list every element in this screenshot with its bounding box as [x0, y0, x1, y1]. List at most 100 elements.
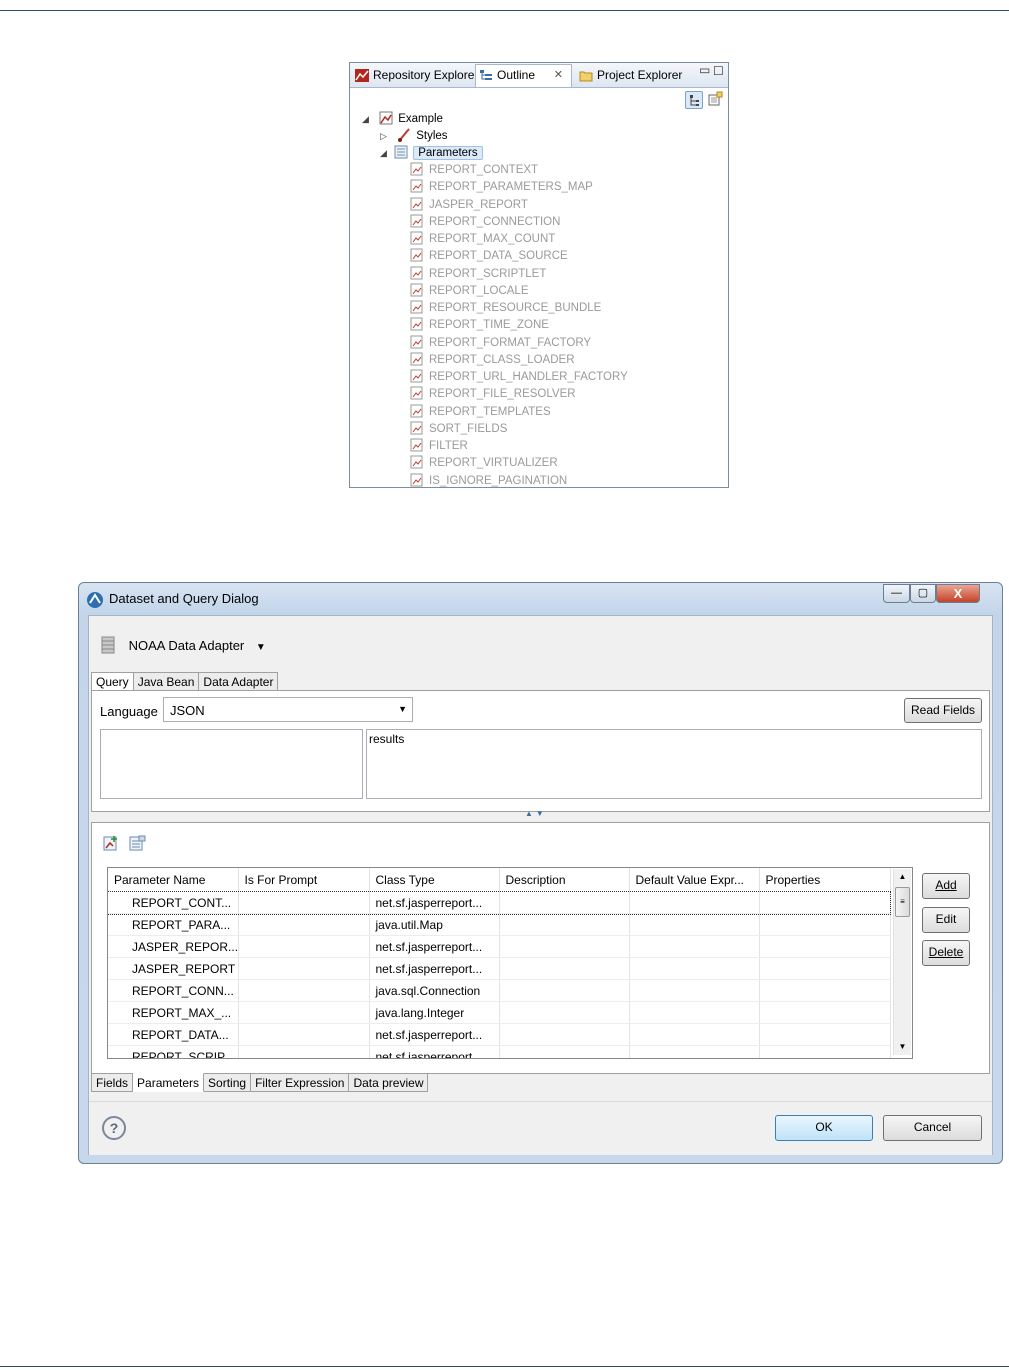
- scroll-up-icon[interactable]: ▲: [894, 869, 911, 885]
- tree-node-parameter[interactable]: REPORT_SCRIPTLET: [410, 266, 546, 283]
- tree-node-parameter[interactable]: SORT_FIELDS: [410, 421, 507, 438]
- language-value: JSON: [170, 703, 205, 718]
- table-row[interactable]: JASPER_REPOR... net.sf.jasperreport...: [108, 935, 891, 958]
- collapsed-arrow-icon[interactable]: ▷: [380, 128, 387, 145]
- add-parameter-icon[interactable]: [102, 835, 120, 853]
- sash-arrows-icon[interactable]: ▲▼: [525, 809, 547, 818]
- parameter-icon: [410, 455, 423, 469]
- table-row[interactable]: REPORT_SCRIP... net.sf.jasperreport...: [108, 1045, 891, 1058]
- folder-icon: [579, 71, 593, 82]
- tree-node-parameter[interactable]: REPORT_VIRTUALIZER: [410, 455, 558, 472]
- table-cell-properties: [759, 913, 891, 936]
- close-button[interactable]: X: [936, 584, 980, 603]
- tree-node-parameter[interactable]: REPORT_FORMAT_FACTORY: [410, 335, 591, 352]
- table-cell-name: REPORT_CONT...: [108, 892, 239, 914]
- query-field-tree[interactable]: [100, 729, 363, 799]
- tree-node-parameter[interactable]: REPORT_DATA_SOURCE: [410, 248, 568, 265]
- tab-fields[interactable]: Fields: [91, 1073, 134, 1092]
- table-row[interactable]: REPORT_MAX_... java.lang.Integer: [108, 1001, 891, 1024]
- column-header[interactable]: Description: [499, 868, 630, 892]
- table-cell-description: [499, 1001, 630, 1024]
- expanded-arrow-icon[interactable]: ◢: [362, 111, 369, 128]
- tab-project-explorer[interactable]: Project Explorer: [576, 65, 682, 86]
- column-header[interactable]: Class Type: [369, 868, 500, 892]
- app-icon: [87, 592, 103, 608]
- tree-node-parameter[interactable]: REPORT_CONTEXT: [410, 162, 538, 179]
- parameter-icon: [410, 231, 423, 245]
- table-row[interactable]: REPORT_PARA... java.util.Map: [108, 913, 891, 936]
- tree-label: REPORT_FILE_RESOLVER: [429, 388, 576, 401]
- add-button[interactable]: Add: [922, 873, 970, 899]
- tree-node-parameter[interactable]: REPORT_CONNECTION: [410, 214, 560, 231]
- tree-node-example[interactable]: ◢ Example: [362, 111, 443, 128]
- tree-label-selected: Parameters: [413, 146, 483, 160]
- page-view-button[interactable]: [707, 91, 725, 109]
- tree-node-parameter[interactable]: REPORT_TIME_ZONE: [410, 317, 549, 334]
- tree-node-parameter[interactable]: REPORT_URL_HANDLER_FACTORY: [410, 369, 628, 386]
- tree-view-button[interactable]: [685, 91, 703, 109]
- table-row[interactable]: REPORT_DATA... net.sf.jasperreport...: [108, 1023, 891, 1046]
- adapter-selector[interactable]: NOAA Data Adapter ▼: [101, 636, 266, 656]
- tab-data-preview[interactable]: Data preview: [349, 1073, 429, 1092]
- tree-node-parameter[interactable]: REPORT_FILE_RESOLVER: [410, 386, 576, 403]
- table-row[interactable]: REPORT_CONN... java.sql.Connection: [108, 979, 891, 1002]
- column-header[interactable]: Parameter Name: [108, 868, 239, 892]
- tree-node-parameter[interactable]: IS_IGNORE_PAGINATION: [410, 473, 567, 488]
- tab-repository-explorer[interactable]: Repository Explorer: [352, 65, 478, 86]
- tree-label: REPORT_FORMAT_FACTORY: [429, 336, 592, 349]
- edit-parameter-icon[interactable]: [128, 835, 146, 853]
- tree-node-parameter[interactable]: REPORT_LOCALE: [410, 283, 529, 300]
- scroll-thumb[interactable]: ≡: [895, 887, 910, 917]
- maximize-icon[interactable]: ☐: [713, 64, 724, 78]
- dropdown-arrow-icon[interactable]: ▼: [256, 642, 266, 653]
- tab-outline[interactable]: Outline ✕: [475, 64, 572, 87]
- tab-filter-expression[interactable]: Filter Expression: [251, 1073, 350, 1092]
- expanded-arrow-icon[interactable]: ◢: [380, 145, 387, 162]
- chevron-down-icon: ▼: [398, 704, 407, 714]
- parameters-icon: [394, 145, 408, 159]
- view-toolbar: [350, 88, 728, 110]
- close-icon[interactable]: ✕: [554, 65, 563, 86]
- table-cell-prompt: [238, 957, 370, 980]
- tab-java-bean[interactable]: Java Bean: [133, 672, 200, 691]
- tree-node-parameter[interactable]: REPORT_CLASS_LOADER: [410, 352, 575, 369]
- read-fields-button[interactable]: Read Fields: [904, 698, 982, 723]
- tree-node-parameter[interactable]: REPORT_MAX_COUNT: [410, 231, 555, 248]
- tree-node-parameter[interactable]: REPORT_PARAMETERS_MAP: [410, 179, 593, 196]
- query-text-editor[interactable]: results: [366, 729, 982, 799]
- minimize-button[interactable]: —: [883, 584, 910, 603]
- tab-sorting[interactable]: Sorting: [204, 1073, 252, 1092]
- cancel-button[interactable]: Cancel: [883, 1115, 982, 1141]
- table-cell-properties: [759, 1001, 891, 1024]
- tab-query[interactable]: Query: [91, 672, 134, 691]
- vertical-scrollbar[interactable]: ▲ ≡ ▼: [893, 869, 911, 1055]
- tree-node-parameter[interactable]: REPORT_RESOURCE_BUNDLE: [410, 300, 601, 317]
- tree-label: Example: [398, 113, 443, 125]
- table-row[interactable]: JASPER_REPORT net.sf.jasperreport...: [108, 957, 891, 980]
- parameter-icon: [410, 352, 423, 366]
- maximize-button[interactable]: ▢: [910, 584, 936, 603]
- outline-view-panel: Repository Explorer Outline ✕ Project Ex…: [349, 62, 729, 488]
- minimize-icon[interactable]: ▭: [699, 63, 710, 77]
- scroll-down-icon[interactable]: ▼: [894, 1039, 911, 1055]
- delete-button[interactable]: Delete: [922, 940, 970, 966]
- tree-node-styles[interactable]: ▷ Styles: [380, 128, 448, 145]
- ok-button[interactable]: OK: [775, 1115, 873, 1141]
- table-cell-class-type: java.sql.Connection: [369, 979, 500, 1002]
- tree-node-parameter[interactable]: FILTER: [410, 438, 468, 455]
- tree-node-parameter[interactable]: JASPER_REPORT: [410, 197, 528, 214]
- tree-node-parameters[interactable]: ◢ Parameters: [380, 145, 483, 162]
- column-header[interactable]: Default Value Expr...: [629, 868, 760, 892]
- help-icon[interactable]: ?: [102, 1116, 126, 1140]
- language-select[interactable]: JSON ▼: [163, 697, 413, 722]
- edit-button[interactable]: Edit: [922, 907, 970, 933]
- column-header[interactable]: Properties: [759, 868, 891, 892]
- tree-label: SORT_FIELDS: [429, 422, 508, 435]
- tab-parameters[interactable]: Parameters: [133, 1073, 205, 1092]
- dataset-query-dialog: Dataset and Query Dialog — ▢ X NOAA Data…: [78, 582, 1003, 1164]
- column-header[interactable]: Is For Prompt: [238, 868, 370, 892]
- table-row[interactable]: REPORT_CONT... net.sf.jasperreport...: [108, 891, 891, 915]
- tab-data-adapter[interactable]: Data Adapter: [199, 672, 279, 691]
- parameter-icon: [410, 438, 423, 452]
- tree-node-parameter[interactable]: REPORT_TEMPLATES: [410, 404, 551, 421]
